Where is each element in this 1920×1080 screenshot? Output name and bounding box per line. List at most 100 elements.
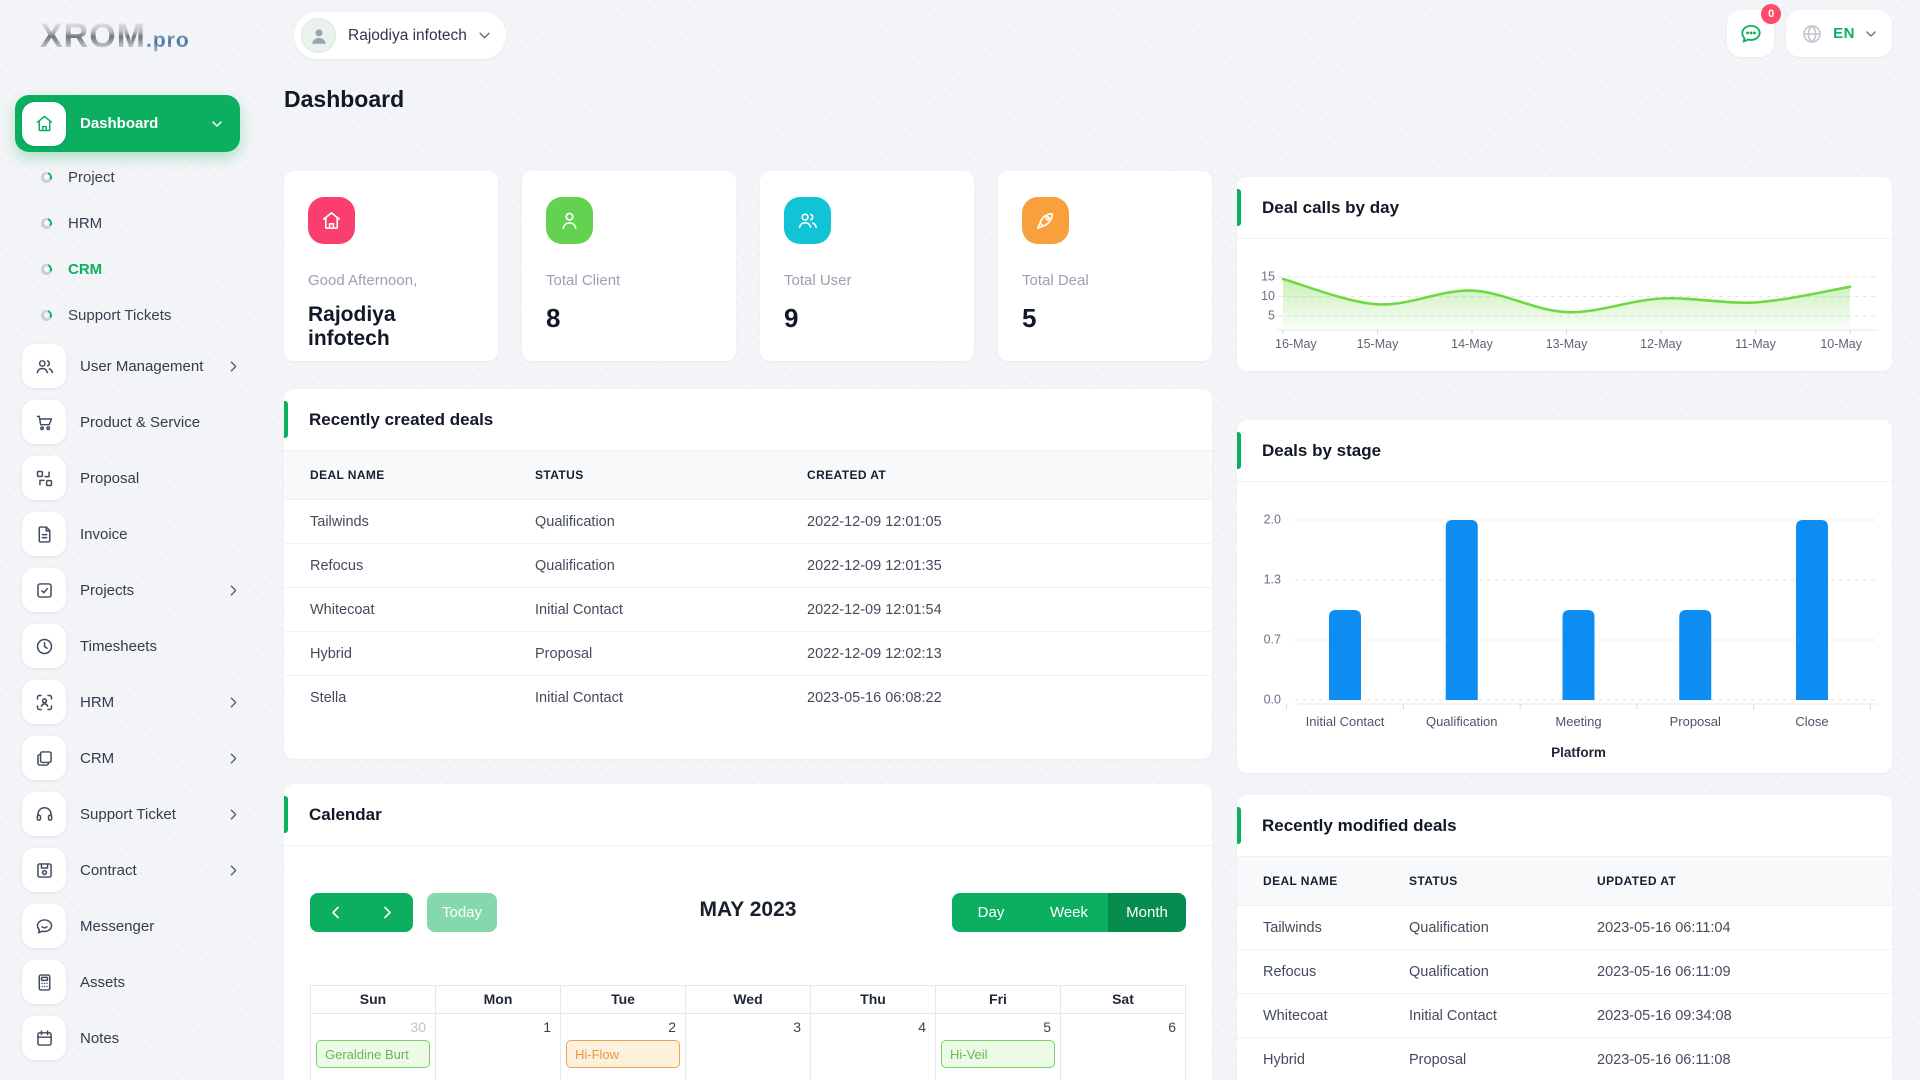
calendar-event[interactable]: Hi-Veil xyxy=(941,1040,1055,1068)
language-selector[interactable]: EN xyxy=(1786,10,1892,57)
table-cell: Tailwinds xyxy=(284,500,525,544)
calendar-event[interactable]: Geraldine Burt xyxy=(316,1040,430,1068)
table-row: TailwindsQualification2022-12-09 12:01:0… xyxy=(284,500,1212,544)
message-icon xyxy=(34,916,55,937)
svg-text:2.0: 2.0 xyxy=(1264,512,1281,526)
iconbox xyxy=(22,568,66,612)
table-cell: Hybrid xyxy=(284,632,525,676)
person-icon xyxy=(308,25,330,47)
card-header: Calendar xyxy=(284,784,1212,846)
sidebar-item-assets[interactable]: Assets xyxy=(15,954,240,1010)
sidebar-subitem-hrm[interactable]: HRM xyxy=(15,200,240,246)
sidebar-item-label: User Management xyxy=(80,358,227,375)
recently-modified-deals-card: Recently modified deals DEAL NAMESTATUSU… xyxy=(1237,795,1892,1080)
svg-text:Qualification: Qualification xyxy=(1426,714,1498,729)
table-cell: Proposal xyxy=(1399,1038,1587,1080)
stat-value: 8 xyxy=(546,303,712,334)
sidebar-item-timesheets[interactable]: Timesheets xyxy=(15,618,240,674)
clock-icon xyxy=(34,636,55,657)
sidebar-item-messenger[interactable]: Messenger xyxy=(15,898,240,954)
calendar-view-day[interactable]: Day xyxy=(952,893,1030,932)
calendar-day-cell[interactable]: 4 xyxy=(811,1013,936,1080)
sidebar-item-projects[interactable]: Projects xyxy=(15,562,240,618)
sidebar-item-label: HRM xyxy=(80,694,227,711)
table-cell: Stella xyxy=(284,676,525,720)
sidebar-item-label: Dashboard xyxy=(80,115,210,132)
svg-text:1.3: 1.3 xyxy=(1264,572,1281,586)
sidebar-item-user-management[interactable]: User Management xyxy=(15,338,240,394)
column-header: CREATED AT xyxy=(797,451,1212,500)
deal-calls-area-chart: 1510516-May15-May14-May13-May12-May11-Ma… xyxy=(1237,239,1892,370)
sidebar-item-label: Assets xyxy=(80,974,240,991)
calendar-view-month[interactable]: Month xyxy=(1108,893,1186,932)
sidebar-item-label: Timesheets xyxy=(80,638,240,655)
table-row: WhitecoatInitial Contact2022-12-09 12:01… xyxy=(284,588,1212,632)
table-cell: Whitecoat xyxy=(1237,994,1399,1038)
calendar-day-cell[interactable]: 3 xyxy=(686,1013,811,1080)
sidebar-item-support-ticket[interactable]: Support Ticket xyxy=(15,786,240,842)
stat-iconbox xyxy=(1022,197,1069,244)
stat-card-total-user: Total User9 xyxy=(760,171,974,361)
table-cell: 2022-12-09 12:01:05 xyxy=(797,500,1212,544)
company-name: Rajodiya infotech xyxy=(348,27,467,45)
app-logo: XROM.pro xyxy=(40,16,190,63)
svg-text:5: 5 xyxy=(1268,308,1275,322)
iconbox xyxy=(22,624,66,668)
iconbox xyxy=(22,904,66,948)
card-header: Recently modified deals xyxy=(1237,795,1892,857)
users-icon xyxy=(34,356,55,377)
sidebar-item-crm[interactable]: CRM xyxy=(15,730,240,786)
calendar-day-header: Wed xyxy=(686,986,811,1013)
iconbox xyxy=(22,400,66,444)
column-header: DEAL NAME xyxy=(284,451,525,500)
calendar-date-number: 5 xyxy=(936,1014,1060,1037)
svg-text:13-May: 13-May xyxy=(1546,337,1588,351)
sidebar-item-proposal[interactable]: Proposal xyxy=(15,450,240,506)
calendar-day-cell[interactable]: 5 Hi-Veil xyxy=(936,1013,1061,1080)
sidebar-item-notes[interactable]: Notes xyxy=(15,1010,240,1066)
chevron-right-icon xyxy=(227,360,240,373)
logo-text: XROM xyxy=(40,17,146,55)
sidebar-subitem-label: Support Tickets xyxy=(68,307,171,324)
user-scan-icon xyxy=(34,692,55,713)
sidebar-subitem-support-tickets[interactable]: Support Tickets xyxy=(15,292,240,338)
bullet-ring-icon xyxy=(41,172,52,183)
card-title: Recently created deals xyxy=(284,410,493,430)
calendar-day-header: Thu xyxy=(811,986,936,1013)
sidebar-item-dashboard[interactable]: Dashboard xyxy=(15,95,240,152)
calendar-day-cell[interactable]: 30Geraldine Burt xyxy=(311,1013,436,1080)
recently-created-deals-table: DEAL NAMESTATUSCREATED AT TailwindsQuali… xyxy=(284,451,1212,719)
svg-text:0.0: 0.0 xyxy=(1264,692,1281,706)
stat-label: Total User xyxy=(784,272,950,289)
calendar-event[interactable]: Hi-Flow xyxy=(566,1040,680,1068)
sidebar-subitem-crm[interactable]: CRM xyxy=(15,246,240,292)
calendar-view-week[interactable]: Week xyxy=(1030,893,1108,932)
messages-button[interactable]: 0 xyxy=(1727,10,1774,57)
company-selector[interactable]: Rajodiya infotech xyxy=(294,12,506,59)
sidebar-item-label: Product & Service xyxy=(80,414,240,431)
sidebar-item-contract[interactable]: Contract xyxy=(15,842,240,898)
calendar-date-number: 4 xyxy=(811,1014,935,1037)
headset-icon xyxy=(34,804,55,825)
table-cell: 2023-05-16 09:34:08 xyxy=(1587,994,1892,1038)
top-bar: XROM.pro Rajodiya infotech 0 EN xyxy=(0,0,1920,72)
calendar-day-cell[interactable]: 1 xyxy=(436,1013,561,1080)
sidebar-subitem-project[interactable]: Project xyxy=(15,154,240,200)
stat-card-total-client: Total Client8 xyxy=(522,171,736,361)
svg-text:Meeting: Meeting xyxy=(1555,714,1601,729)
calendar-day-cell[interactable]: 6 xyxy=(1061,1013,1185,1080)
table-header: DEAL NAMESTATUSUPDATED AT xyxy=(1237,857,1892,906)
sidebar-item-product-service[interactable]: Product & Service xyxy=(15,394,240,450)
column-header: DEAL NAME xyxy=(1237,857,1399,906)
sidebar-item-hrm[interactable]: HRM xyxy=(15,674,240,730)
sidebar-subitem-label: HRM xyxy=(68,215,102,232)
calendar-day-cell[interactable]: 2Hi-Flow xyxy=(561,1013,686,1080)
svg-text:Initial Contact: Initial Contact xyxy=(1306,714,1385,729)
sidebar-item-invoice[interactable]: Invoice xyxy=(15,506,240,562)
calendar-view-switcher: Day Week Month xyxy=(952,893,1186,932)
home-icon xyxy=(320,209,343,232)
sidebar-item-label: Proposal xyxy=(80,470,240,487)
messages-badge: 0 xyxy=(1761,4,1781,24)
calendar-day-header: Tue xyxy=(561,986,686,1013)
table-cell: Initial Contact xyxy=(1399,994,1587,1038)
